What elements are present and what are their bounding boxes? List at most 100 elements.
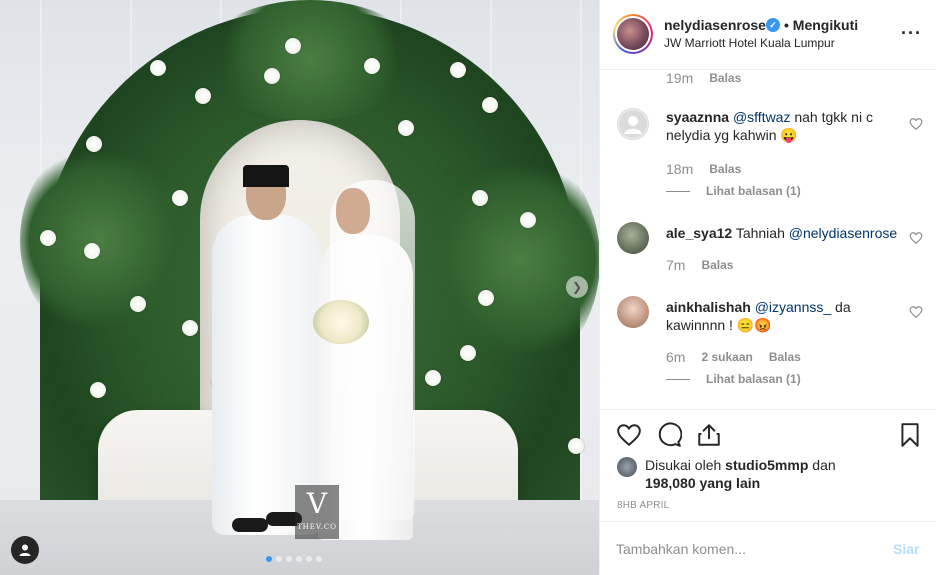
- comment-body: Tahniah: [732, 225, 789, 241]
- default-avatar-icon: [619, 110, 647, 138]
- post-location[interactable]: JW Marriott Hotel Kuala Lumpur: [664, 36, 835, 50]
- comment-icon[interactable]: [656, 422, 682, 448]
- user-tag-icon: [19, 544, 31, 556]
- flower: [195, 88, 211, 104]
- view-replies-label: Lihat balasan (1): [706, 372, 801, 386]
- share-icon[interactable]: [696, 422, 722, 448]
- verified-badge-icon: ✓: [766, 18, 780, 32]
- chevron-right-icon: ❯: [571, 280, 583, 294]
- foliage: [200, 0, 420, 120]
- comment-time: 19m: [666, 70, 694, 86]
- comment-username[interactable]: syaaznna: [666, 109, 729, 125]
- comment-time: 18m: [666, 161, 694, 177]
- comment-time: 6m: [666, 349, 686, 365]
- comment-meta: 7m Balas: [666, 257, 749, 273]
- comment-meta: 18m Balas: [666, 161, 757, 177]
- flower: [520, 212, 536, 228]
- flower: [84, 243, 100, 259]
- reply-button[interactable]: Balas: [709, 71, 741, 85]
- foliage: [440, 150, 599, 370]
- comment-avatar[interactable]: [617, 108, 649, 140]
- comment-likes-count[interactable]: 2 sukaan: [701, 350, 752, 364]
- follow-status[interactable]: • Mengikuti: [784, 17, 858, 33]
- comment-mention[interactable]: @sfftwaz: [733, 109, 791, 125]
- liked-by-conj: dan: [812, 457, 836, 473]
- post-comment-button[interactable]: Siar: [893, 541, 919, 557]
- carousel-dot: [316, 556, 322, 562]
- post-photo[interactable]: V THEV.CO ❯: [0, 0, 599, 575]
- comment-like-heart-icon[interactable]: [909, 231, 923, 245]
- comment-text: ainkhalishah @izyannss_ da kawinnnn ! 😑😡: [666, 298, 906, 334]
- flower: [398, 120, 414, 136]
- comment-avatar[interactable]: [617, 296, 649, 328]
- watermark-letter: V: [306, 487, 328, 520]
- songkok-hat: [243, 165, 289, 187]
- carousel-dot: [276, 556, 282, 562]
- flower: [450, 62, 466, 78]
- flower: [478, 290, 494, 306]
- flower: [364, 58, 380, 74]
- liked-by-prefix: Disukai oleh: [645, 457, 722, 473]
- carousel-dot: [286, 556, 292, 562]
- post-header: nelydiasenrose ✓ • Mengikuti JW Marriott…: [600, 0, 936, 70]
- liked-by: Disukai oleh studio5mmp dan 198,080 yang…: [617, 456, 836, 492]
- flower: [130, 296, 146, 312]
- liker-avatar[interactable]: [617, 457, 637, 477]
- flower: [285, 38, 301, 54]
- author-username[interactable]: nelydiasenrose: [664, 17, 766, 33]
- carousel-dot: [296, 556, 302, 562]
- carousel-next-button[interactable]: ❯: [566, 276, 588, 298]
- comment-text: syaaznna @sfftwaz nah tgkk ni c nelydia …: [666, 108, 906, 144]
- liked-by-text: Disukai oleh studio5mmp dan 198,080 yang…: [645, 456, 836, 492]
- comment-like-heart-icon[interactable]: [909, 305, 923, 319]
- flower: [182, 320, 198, 336]
- reply-button[interactable]: Balas: [709, 162, 741, 176]
- post-actions: Disukai oleh studio5mmp dan 198,080 yang…: [600, 409, 936, 539]
- flower: [86, 136, 102, 152]
- liked-by-user[interactable]: studio5mmp: [725, 457, 808, 473]
- more-options-icon[interactable]: ···: [901, 24, 922, 42]
- flower: [482, 97, 498, 113]
- comment-like-heart-icon[interactable]: [909, 117, 923, 131]
- watermark-logo: V THEV.CO: [295, 485, 339, 539]
- comment-mention[interactable]: @izyannss_: [755, 299, 831, 315]
- comment-meta: 6m 2 sukaan Balas: [666, 349, 817, 365]
- comment-username[interactable]: ainkhalishah: [666, 299, 751, 315]
- flower: [264, 68, 280, 84]
- carousel-indicators: [266, 556, 322, 562]
- bride-head: [336, 188, 370, 234]
- heart-icon[interactable]: [616, 422, 642, 448]
- comments-list[interactable]: 19m Balas syaaznna @sfftwaz nah tgkk ni …: [600, 70, 936, 410]
- comment-username[interactable]: ale_sya12: [666, 225, 732, 241]
- author-avatar[interactable]: [613, 14, 653, 54]
- watermark-text: THEV.CO: [296, 523, 338, 531]
- liked-by-others[interactable]: 198,080 yang lain: [645, 475, 760, 491]
- reply-button[interactable]: Balas: [701, 258, 733, 272]
- carousel-dot-active: [266, 556, 272, 562]
- flower: [425, 370, 441, 386]
- view-replies-button[interactable]: Lihat balasan (1): [666, 372, 801, 386]
- flower: [40, 230, 56, 246]
- view-replies-label: Lihat balasan (1): [706, 184, 801, 198]
- bookmark-icon[interactable]: [897, 422, 923, 448]
- carousel-dot: [306, 556, 312, 562]
- reply-button[interactable]: Balas: [769, 350, 801, 364]
- comment-meta: 19m Balas: [666, 70, 757, 86]
- tagged-users-button[interactable]: [11, 536, 39, 564]
- comment-text: ale_sya12 Tahniah @nelydiasenrose: [666, 224, 906, 242]
- flower: [90, 382, 106, 398]
- shoe: [232, 518, 268, 532]
- bouquet: [313, 300, 369, 344]
- comment-mention[interactable]: @nelydiasenrose: [789, 225, 897, 241]
- flower: [568, 438, 584, 454]
- post-date[interactable]: 8HB APRIL: [617, 500, 669, 511]
- comment-avatar[interactable]: [617, 222, 649, 254]
- flower: [460, 345, 476, 361]
- comment-input[interactable]: [616, 539, 856, 559]
- flower: [472, 190, 488, 206]
- flower: [172, 190, 188, 206]
- view-replies-button[interactable]: Lihat balasan (1): [666, 184, 801, 198]
- comment-composer: Siar: [600, 521, 936, 575]
- post-side-panel: nelydiasenrose ✓ • Mengikuti JW Marriott…: [599, 0, 936, 575]
- flower: [150, 60, 166, 76]
